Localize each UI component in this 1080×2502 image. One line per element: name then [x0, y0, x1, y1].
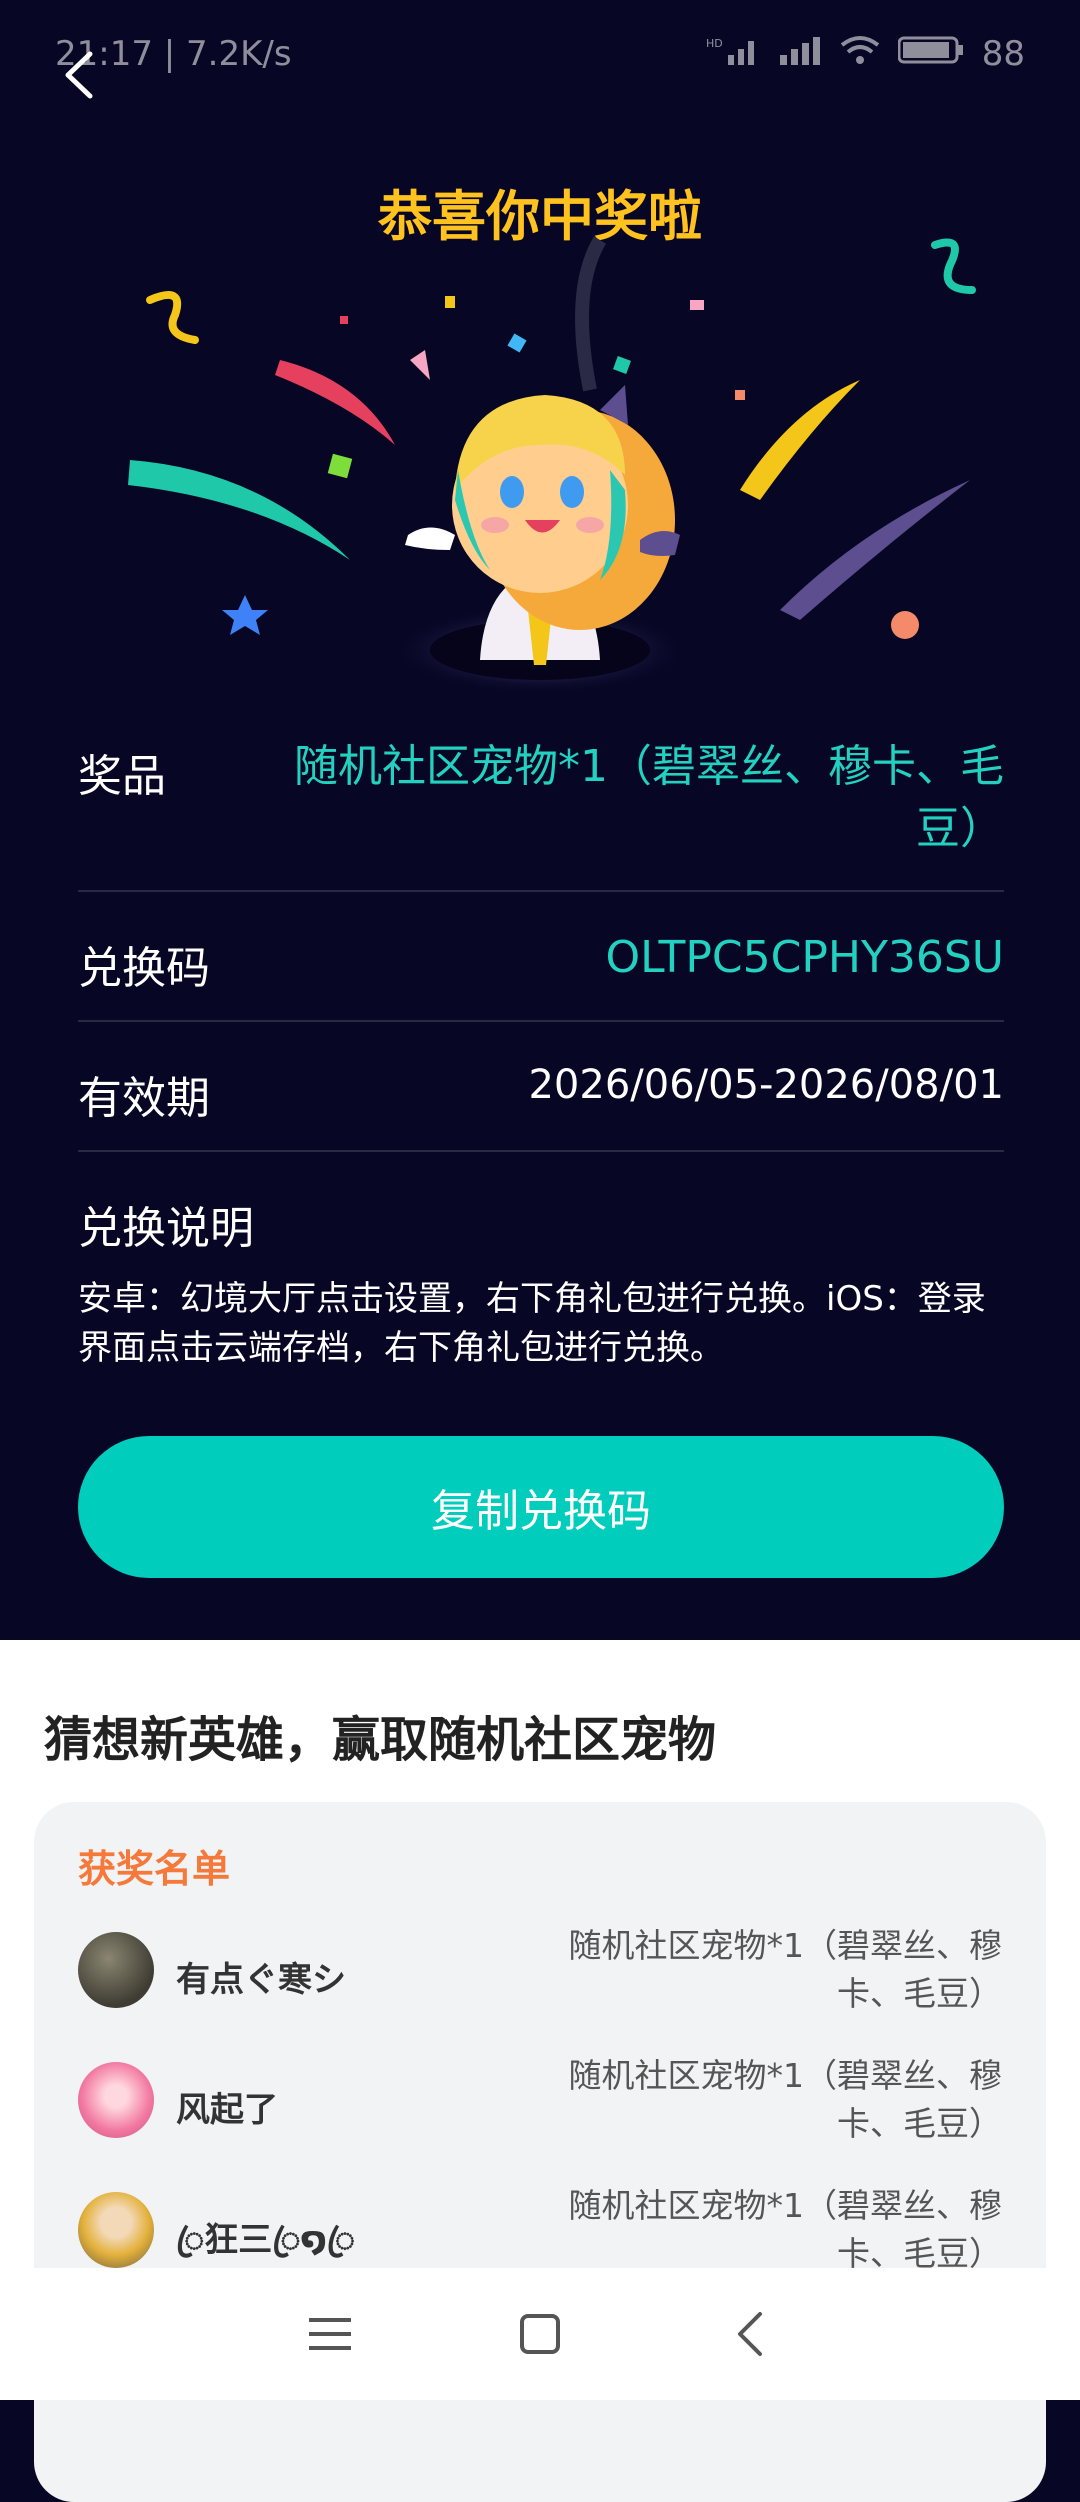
code-value[interactable]: OLTPC5CPHY36SU [605, 932, 1004, 983]
instructions-label: 兑换说明 [78, 1203, 254, 1254]
instructions-text: 安卓：幻境大厅点击设置，右下角礼包进行兑换。iOS：登录界面点击云端存档，右下角… [78, 1279, 986, 1368]
winners-title: 获奖名单 [78, 1847, 231, 1891]
winner-prize-line2: 卡、毛豆） [837, 2104, 1002, 2143]
prize-value-line2: 豆） [916, 803, 1004, 854]
winner-prize-line2: 卡、毛豆） [837, 1974, 1002, 2013]
copy-code-button[interactable]: 复制兑换码 [78, 1436, 1004, 1578]
chevron-left-icon [65, 51, 93, 99]
prize-label: 奖品 [78, 751, 166, 802]
winner-name: 有点ぐ寒シ [176, 1960, 346, 2000]
home-square-icon[interactable] [505, 2299, 575, 2369]
winner-row: 风起了 随机社区宠物*1（碧翠丝、穆 卡、毛豆） [34, 2052, 1046, 2172]
celebration-illustration [128, 236, 976, 695]
validity-label: 有效期 [78, 1073, 210, 1124]
battery-icon [897, 34, 964, 74]
status-icons: HD 88 [706, 34, 1025, 74]
winner-prize: 随机社区宠物*1（碧翠丝、穆 卡、毛豆） [562, 2052, 1003, 2148]
avatar [78, 2192, 154, 2268]
back-button[interactable] [48, 40, 118, 110]
code-label: 兑换码 [78, 943, 210, 994]
winner-prize: 随机社区宠物*1（碧翠丝、穆 卡、毛豆） [562, 2182, 1003, 2278]
hd-signal-icon: HD [706, 34, 760, 74]
menu-icon[interactable] [295, 2299, 365, 2369]
winner-row: 有点ぐ寒シ 随机社区宠物*1（碧翠丝、穆 卡、毛豆） [34, 1922, 1046, 2042]
code-row: 兑换码 OLTPC5CPHY36SU [78, 892, 1004, 1022]
svg-text:HD: HD [706, 37, 723, 50]
prize-panel: 21:17 | 7.2K/s HD 88 恭喜你中奖啦 奖品 随机社区宠物*1（… [0, 0, 1080, 1640]
avatar [78, 1932, 154, 2008]
signal-icon [778, 34, 822, 74]
back-triangle-icon[interactable] [715, 2299, 785, 2369]
activity-title: 猜想新英雄，赢取随机社区宠物 [44, 1712, 717, 1768]
prize-row: 奖品 随机社区宠物*1（碧翠丝、穆卡、毛 豆） [78, 730, 1004, 892]
system-navigation-bar [0, 2268, 1080, 2400]
winner-prize: 随机社区宠物*1（碧翠丝、穆 卡、毛豆） [562, 1922, 1003, 2018]
battery-level: 88 [981, 34, 1025, 74]
avatar [78, 2062, 154, 2138]
winner-name: 风起了 [176, 2090, 278, 2130]
winner-prize-line1: 随机社区宠物*1（碧翠丝、穆 [568, 1926, 1003, 1965]
prize-value-line1: 随机社区宠物*1（碧翠丝、穆卡、毛 [294, 741, 1004, 792]
validity-value: 2026/06/05-2026/08/01 [528, 1062, 1004, 1108]
validity-row: 有效期 2026/06/05-2026/08/01 [78, 1022, 1004, 1152]
winner-prize-line1: 随机社区宠物*1（碧翠丝、穆 [568, 2056, 1003, 2095]
prize-value: 随机社区宠物*1（碧翠丝、穆卡、毛 豆） [284, 736, 1004, 860]
winner-prize-line1: 随机社区宠物*1（碧翠丝、穆 [568, 2186, 1003, 2225]
wifi-icon [840, 34, 880, 74]
status-bar: 21:17 | 7.2K/s HD 88 [0, 0, 1080, 110]
